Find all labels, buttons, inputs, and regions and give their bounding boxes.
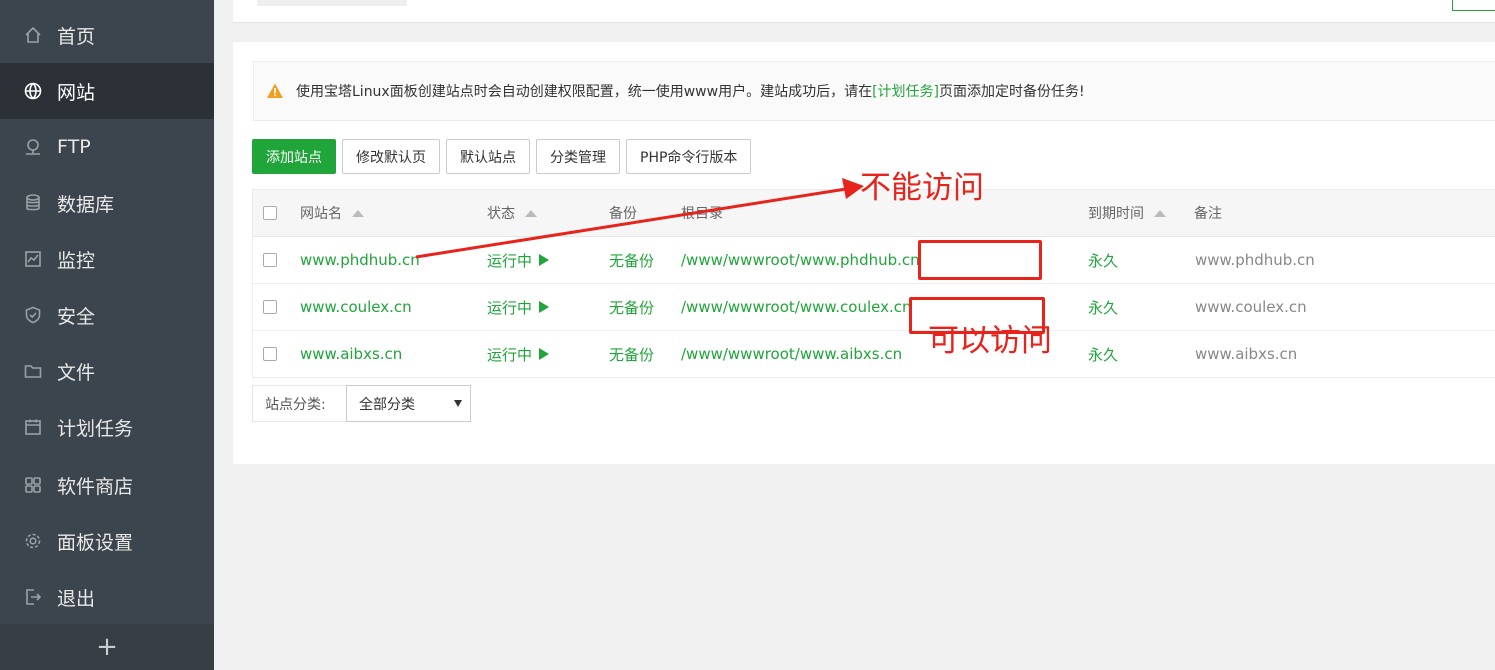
category-select[interactable]: 全部分类 bbox=[346, 385, 471, 422]
sort-icon bbox=[352, 209, 364, 217]
site-root-link[interactable]: /www/wwwroot/www.coulex.cn bbox=[681, 298, 912, 316]
site-status[interactable]: 运行中 bbox=[487, 344, 550, 365]
plus-icon: + bbox=[96, 632, 118, 662]
play-icon bbox=[539, 348, 550, 360]
site-status[interactable]: 运行中 bbox=[487, 250, 550, 271]
site-expire[interactable]: 永久 bbox=[1088, 344, 1118, 365]
site-status[interactable]: 运行中 bbox=[487, 297, 550, 318]
table-row: www.aibxs.cn 运行中 无备份 /www/wwwroot/www.ai… bbox=[253, 331, 1495, 377]
sidebar-item-ftp[interactable]: FTP bbox=[0, 119, 214, 175]
calendar-icon bbox=[22, 416, 44, 438]
dropdown-arrow-icon bbox=[454, 400, 462, 407]
sidebar-item-label: FTP bbox=[57, 136, 91, 158]
site-name-link[interactable]: www.phdhub.cn bbox=[300, 251, 420, 269]
header-backup: 备份 bbox=[609, 206, 637, 222]
header-root: 根目录 bbox=[681, 206, 723, 222]
table-row: www.coulex.cn 运行中 无备份 /www/wwwroot/www.c… bbox=[253, 284, 1495, 331]
logout-icon bbox=[22, 586, 44, 608]
notice-text-after: 页面添加定时备份任务! bbox=[939, 84, 1085, 100]
table-row: www.phdhub.cn 运行中 无备份 /www/wwwroot/www.p… bbox=[253, 237, 1495, 284]
annotation-cannot-access: 不能访问 bbox=[860, 170, 984, 206]
gear-icon bbox=[22, 530, 44, 552]
annotation-can-access: 可以访问 bbox=[928, 323, 1052, 359]
site-root-link[interactable]: /www/wwwroot/www.aibxs.cn bbox=[681, 345, 902, 363]
sidebar-item-label: 网站 bbox=[57, 81, 96, 104]
sidebar-item-home[interactable]: 首页 bbox=[0, 7, 214, 63]
sidebar-item-database[interactable]: 数据库 bbox=[0, 175, 214, 231]
breadcrumb bbox=[257, 0, 407, 6]
sidebar-item-security[interactable]: 安全 bbox=[0, 287, 214, 343]
site-note[interactable]: www.coulex.cn bbox=[1195, 298, 1307, 316]
warning-icon bbox=[267, 83, 283, 98]
site-note[interactable]: www.phdhub.cn bbox=[1195, 251, 1315, 269]
sort-icon bbox=[525, 209, 537, 217]
sidebar: 首页 网站 FTP 数据库 监控 安全 文件 计划任务 软件商店 面板设置 退出 bbox=[0, 0, 214, 670]
ftp-icon bbox=[22, 136, 44, 158]
sidebar-item-label: 文件 bbox=[57, 361, 96, 384]
header-name[interactable]: 网站名 bbox=[300, 203, 364, 223]
apps-icon bbox=[22, 474, 44, 496]
site-backup[interactable]: 无备份 bbox=[609, 250, 654, 271]
toolbar: 添加站点 修改默认页 默认站点 分类管理 PHP命令行版本 bbox=[252, 139, 757, 174]
sidebar-item-label: 软件商店 bbox=[57, 475, 134, 498]
globe-icon bbox=[22, 80, 44, 102]
row-checkbox[interactable] bbox=[263, 347, 277, 361]
sort-icon bbox=[1154, 209, 1166, 217]
sidebar-item-files[interactable]: 文件 bbox=[0, 343, 214, 399]
sidebar-item-label: 计划任务 bbox=[57, 417, 134, 440]
site-name-link[interactable]: www.coulex.cn bbox=[300, 298, 412, 316]
site-table: 网站名 状态 备份 根目录 到期时间 备注 www.phdhub.cn 运行中 … bbox=[252, 189, 1495, 378]
play-icon bbox=[539, 254, 550, 266]
sidebar-item-label: 数据库 bbox=[57, 193, 115, 216]
header-note: 备注 bbox=[1194, 206, 1222, 222]
site-root-link[interactable]: /www/wwwroot/www.phdhub.cn bbox=[681, 251, 920, 269]
site-expire[interactable]: 永久 bbox=[1088, 250, 1118, 271]
category-label: 站点分类: bbox=[252, 385, 346, 422]
row-checkbox[interactable] bbox=[263, 300, 277, 314]
category-manage-button[interactable]: 分类管理 bbox=[536, 139, 620, 174]
modify-default-page-button[interactable]: 修改默认页 bbox=[342, 139, 440, 174]
sidebar-item-monitor[interactable]: 监控 bbox=[0, 231, 214, 287]
notice-banner: 使用宝塔Linux面板创建站点时会自动创建权限配置，统一使用www用户。建站成功… bbox=[253, 61, 1495, 121]
header-status[interactable]: 状态 bbox=[487, 203, 537, 223]
notice-text-before: 使用宝塔Linux面板创建站点时会自动创建权限配置，统一使用www用户。建站成功… bbox=[296, 84, 873, 100]
shield-icon bbox=[22, 304, 44, 326]
sidebar-item-website[interactable]: 网站 bbox=[0, 63, 214, 119]
monitor-icon bbox=[22, 248, 44, 270]
annotation-box-1 bbox=[918, 240, 1042, 280]
sidebar-item-label: 退出 bbox=[57, 587, 96, 610]
home-icon bbox=[22, 24, 44, 46]
site-category-filter: 站点分类: 全部分类 bbox=[252, 385, 471, 422]
select-all-checkbox[interactable] bbox=[263, 206, 277, 220]
folder-icon bbox=[22, 360, 44, 382]
php-cli-version-button[interactable]: PHP命令行版本 bbox=[626, 139, 752, 174]
header-expire[interactable]: 到期时间 bbox=[1088, 203, 1166, 223]
site-list-card: 使用宝塔Linux面板创建站点时会自动创建权限配置，统一使用www用户。建站成功… bbox=[233, 42, 1495, 464]
site-note[interactable]: www.aibxs.cn bbox=[1195, 345, 1297, 363]
row-checkbox[interactable] bbox=[263, 253, 277, 267]
site-backup[interactable]: 无备份 bbox=[609, 297, 654, 318]
sidebar-item-label: 首页 bbox=[57, 25, 96, 48]
header-card bbox=[233, 0, 1495, 23]
site-name-link[interactable]: www.aibxs.cn bbox=[300, 345, 402, 363]
play-icon bbox=[539, 301, 550, 313]
site-backup[interactable]: 无备份 bbox=[609, 344, 654, 365]
sidebar-item-label: 面板设置 bbox=[57, 531, 134, 554]
add-site-button[interactable]: 添加站点 bbox=[252, 139, 336, 174]
sidebar-add-button[interactable]: + bbox=[0, 624, 214, 670]
cron-link[interactable]: [计划任务] bbox=[872, 81, 939, 101]
sidebar-item-label: 监控 bbox=[57, 249, 96, 272]
category-selected-value: 全部分类 bbox=[359, 396, 415, 413]
header-button-edge[interactable] bbox=[1452, 0, 1495, 11]
sidebar-item-cron[interactable]: 计划任务 bbox=[0, 399, 214, 455]
database-icon bbox=[22, 192, 44, 214]
default-site-button[interactable]: 默认站点 bbox=[446, 139, 530, 174]
site-expire[interactable]: 永久 bbox=[1088, 297, 1118, 318]
sidebar-item-settings[interactable]: 面板设置 bbox=[0, 513, 214, 569]
sidebar-item-label: 安全 bbox=[57, 305, 96, 328]
sidebar-item-store[interactable]: 软件商店 bbox=[0, 457, 214, 513]
sidebar-item-logout[interactable]: 退出 bbox=[0, 569, 214, 625]
